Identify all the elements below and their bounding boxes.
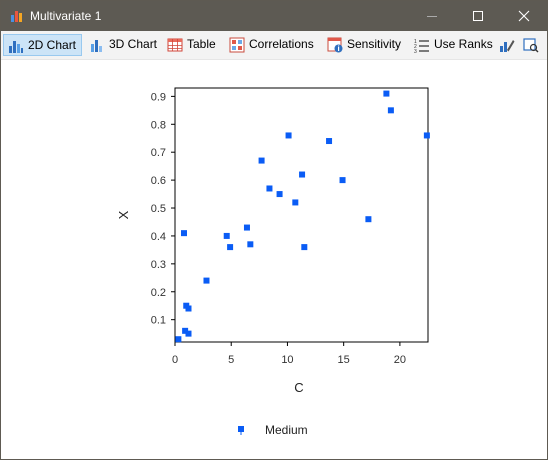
bar-chart-icon	[9, 41, 23, 53]
multivariate-window: Multivariate 1 2D Chart 3D Chart Table C…	[0, 0, 548, 460]
data-point	[387, 107, 394, 114]
data-point	[365, 216, 372, 223]
x-tick-label: 20	[394, 354, 406, 366]
tab-sensitivity[interactable]: Sensitivity	[323, 34, 405, 56]
data-point	[180, 230, 187, 237]
table-icon	[167, 38, 183, 52]
export-icon	[523, 38, 539, 53]
chart-area: 0.1 0.2 0.3 0.4 0.5 0.6 0.7 0.8 0.9 0 5 10 15 20 X C…	[1, 60, 547, 459]
window-title: Multivariate 1	[30, 9, 102, 23]
y-tick-label: 0.6	[151, 175, 166, 187]
svg-text:3: 3	[414, 49, 417, 53]
y-tick-label: 0.5	[151, 203, 166, 215]
data-point	[326, 138, 333, 145]
x-tick-label: 15	[338, 354, 350, 366]
tab-2d-chart[interactable]: 2D Chart	[3, 34, 82, 56]
minimize-button[interactable]	[409, 1, 455, 31]
y-tick-label: 0.3	[151, 259, 166, 271]
data-point	[339, 177, 346, 184]
data-point	[247, 241, 254, 248]
data-point	[223, 232, 230, 239]
minimize-icon	[427, 16, 437, 17]
tab-table[interactable]: Table	[163, 34, 221, 56]
maximize-icon	[473, 11, 483, 21]
tab-3d-chart[interactable]: 3D Chart	[85, 34, 161, 56]
scatter-chart: 0.1 0.2 0.3 0.4 0.5 0.6 0.7 0.8 0.9 0 5 10 15 20 X C…	[116, 87, 430, 437]
data-point	[243, 224, 250, 231]
data-point	[258, 157, 265, 164]
app-chart-icon	[11, 11, 22, 22]
y-tick-label: 0.7	[151, 147, 166, 159]
data-point	[266, 185, 273, 192]
data-point	[276, 191, 283, 198]
toolbar: 2D Chart 3D Chart Table Correlations Sen…	[1, 31, 547, 60]
ranks-icon: 123	[414, 39, 429, 53]
data-point	[383, 90, 390, 97]
data-point	[227, 244, 234, 251]
legend-label: Medium	[265, 423, 308, 437]
close-button[interactable]	[501, 1, 547, 31]
data-point	[285, 132, 292, 139]
y-tick-label: 0.2	[151, 287, 166, 299]
plot-frame	[174, 87, 429, 343]
x-tick-label: 5	[228, 354, 234, 366]
title-bar[interactable]: Multivariate 1	[1, 1, 547, 31]
sensitivity-icon	[327, 37, 343, 53]
correlations-icon	[229, 37, 245, 53]
y-tick-label: 0.1	[151, 315, 166, 327]
x-tick-label: 0	[172, 354, 178, 366]
data-point	[423, 132, 430, 139]
y-tick-label: 0.8	[151, 119, 166, 131]
y-tick-label: 0.9	[151, 91, 166, 103]
tab-use-ranks[interactable]: 123 Use Ranks	[410, 34, 493, 56]
3d-chart-icon	[91, 40, 102, 52]
legend: Medium	[238, 423, 308, 437]
x-axis-label: C	[294, 380, 303, 395]
y-tick-label: 0.4	[151, 231, 166, 243]
edit-chart-icon	[500, 40, 515, 52]
data-point	[185, 330, 192, 337]
edit-chart-button[interactable]	[496, 34, 518, 56]
tab-correlations[interactable]: Correlations	[225, 34, 321, 56]
maximize-button[interactable]	[455, 1, 501, 31]
y-axis-label: X	[116, 210, 131, 219]
export-button[interactable]	[520, 34, 544, 56]
data-point	[185, 305, 192, 312]
data-point	[292, 199, 299, 206]
x-tick-label: 10	[281, 354, 293, 366]
data-point	[299, 171, 306, 178]
close-icon	[518, 10, 530, 22]
data-point	[175, 336, 182, 343]
data-point	[203, 277, 210, 284]
data-point	[301, 244, 308, 251]
